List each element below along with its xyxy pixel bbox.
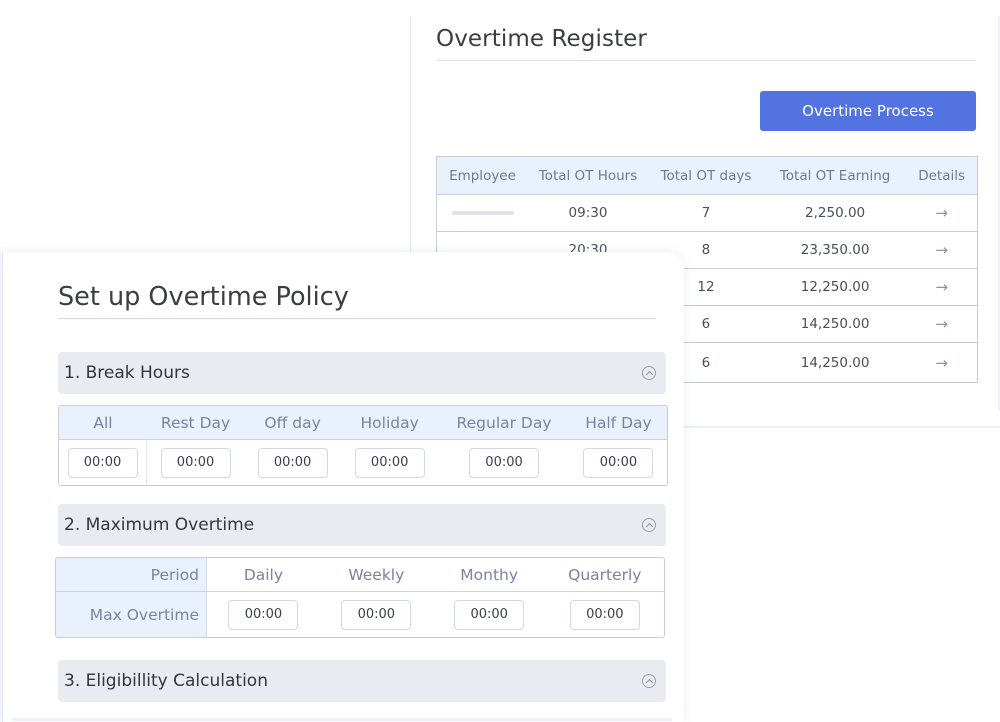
employee-cell — [436, 194, 529, 232]
column-header-weekly: Weekly — [319, 558, 433, 592]
details-cell: → — [906, 231, 978, 269]
input-cell — [546, 592, 664, 637]
break-rest-day-input[interactable] — [160, 447, 231, 478]
input-cell — [244, 440, 341, 485]
ot-days-cell: 7 — [648, 194, 764, 232]
arrow-right-icon[interactable]: → — [935, 278, 948, 296]
break-off-day-input[interactable] — [257, 447, 328, 478]
details-cell: → — [906, 194, 978, 232]
arrow-right-icon[interactable]: → — [935, 204, 948, 222]
overtime-process-button[interactable]: Overtime Process — [760, 91, 976, 131]
break-holiday-input[interactable] — [354, 447, 425, 478]
input-cell — [147, 440, 244, 485]
break-half-day-input[interactable] — [583, 447, 654, 478]
ot-earning-cell: 23,350.00 — [763, 231, 907, 269]
ot-hours-cell: 09:30 — [528, 194, 648, 232]
table-row — [59, 440, 667, 485]
max-daily-input[interactable] — [228, 599, 299, 630]
table-header-row: All Rest Day Off day Holiday Regular Day… — [59, 406, 667, 440]
divider — [436, 60, 976, 61]
max-weekly-input[interactable] — [341, 599, 412, 630]
arrow-right-icon[interactable]: → — [935, 315, 948, 333]
section-break-hours-header[interactable]: 1. Break Hours — [58, 352, 666, 394]
input-cell — [438, 440, 570, 485]
details-cell: → — [906, 342, 978, 383]
employee-name-placeholder — [451, 211, 514, 215]
input-cell — [59, 440, 147, 485]
column-header-regular-day: Regular Day — [438, 406, 570, 440]
column-header-total-ot-earning: Total OT Earning — [763, 156, 907, 195]
ot-earning-cell: 12,250.00 — [763, 268, 907, 306]
column-header-total-ot-hours: Total OT Hours — [528, 156, 648, 195]
input-cell — [320, 592, 433, 637]
section-label: 1. Break Hours — [64, 363, 190, 383]
column-header-half-day: Half Day — [569, 406, 667, 440]
table-row: 09:30 7 2,250.00 → — [436, 194, 978, 232]
arrow-right-icon[interactable]: → — [935, 241, 948, 259]
register-title: Overtime Register — [436, 26, 647, 52]
input-cell — [433, 592, 546, 637]
column-header-details: Details — [906, 156, 978, 195]
period-label: Period — [56, 558, 207, 592]
ot-earning-cell: 14,250.00 — [763, 342, 907, 383]
column-header-all: All — [59, 406, 147, 440]
column-header-off-day: Off day — [244, 406, 342, 440]
ot-earning-cell: 14,250.00 — [763, 305, 907, 343]
chevron-up-circle-icon[interactable] — [642, 674, 656, 688]
maximum-overtime-table: Period Daily Weekly Monthy Quarterly Max… — [55, 557, 665, 638]
details-cell: → — [906, 268, 978, 306]
break-regular-day-input[interactable] — [469, 447, 540, 478]
overtime-policy-card: Set up Overtime Policy 1. Break Hours Al… — [2, 252, 684, 722]
arrow-right-icon[interactable]: → — [935, 354, 948, 372]
column-header-daily: Daily — [207, 558, 320, 592]
column-header-employee: Employee — [436, 156, 529, 195]
section-eligibility-calculation-header[interactable]: 3. Eligibillity Calculation — [58, 660, 666, 702]
details-cell: → — [906, 305, 978, 343]
max-monthly-input[interactable] — [454, 599, 525, 630]
input-cell — [570, 440, 667, 485]
divider — [58, 318, 656, 319]
table-row: Max Overtime — [56, 592, 664, 637]
card-shadow-edge — [12, 718, 672, 721]
policy-title: Set up Overtime Policy — [58, 282, 349, 312]
column-header-total-ot-days: Total OT days — [648, 156, 764, 195]
section-label: 3. Eligibillity Calculation — [64, 671, 268, 691]
max-quarterly-input[interactable] — [569, 599, 640, 630]
input-cell — [207, 592, 320, 637]
section-label: 2. Maximum Overtime — [64, 515, 255, 535]
column-header-monthy: Monthy — [432, 558, 546, 592]
break-hours-table: All Rest Day Off day Holiday Regular Day… — [58, 405, 668, 486]
input-cell — [341, 440, 438, 485]
max-overtime-label: Max Overtime — [56, 592, 207, 637]
column-header-rest-day: Rest Day — [147, 406, 245, 440]
table-header-row: Employee Total OT Hours Total OT days To… — [436, 156, 978, 195]
section-maximum-overtime-header[interactable]: 2. Maximum Overtime — [58, 504, 666, 546]
break-all-input[interactable] — [67, 447, 138, 478]
chevron-up-circle-icon[interactable] — [642, 518, 656, 532]
chevron-up-circle-icon[interactable] — [642, 366, 656, 380]
ot-earning-cell: 2,250.00 — [763, 194, 907, 232]
column-header-quarterly: Quarterly — [545, 558, 664, 592]
table-header-row: Period Daily Weekly Monthy Quarterly — [56, 558, 664, 592]
column-header-holiday: Holiday — [341, 406, 439, 440]
